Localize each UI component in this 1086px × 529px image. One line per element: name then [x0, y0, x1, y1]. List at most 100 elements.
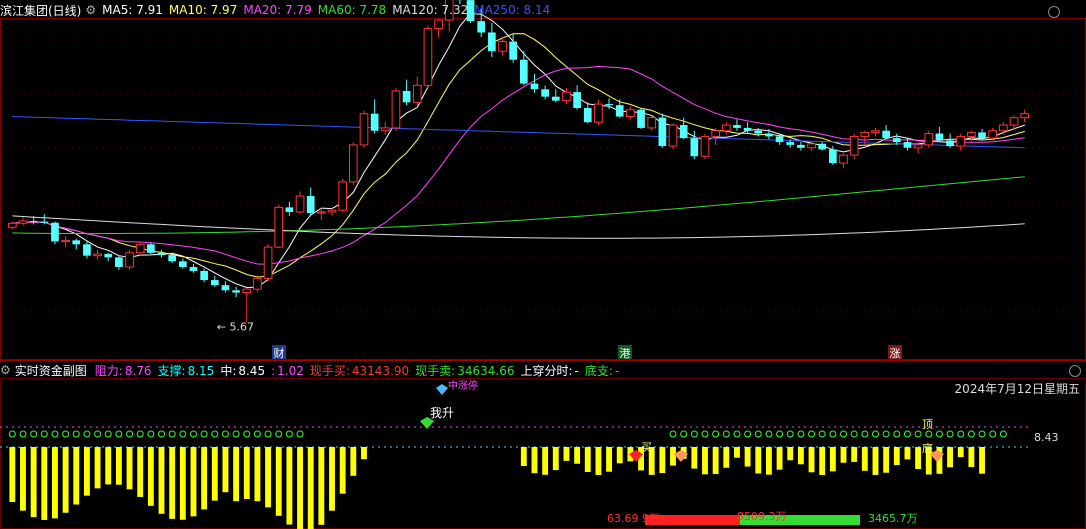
- candle: [530, 73, 539, 93]
- candle: [882, 125, 890, 140]
- ma-legend-item-5: MA250: 8.14: [474, 3, 551, 17]
- signal-dot: [690, 430, 698, 438]
- sub-volume-bar: [361, 447, 367, 460]
- candle: [306, 187, 315, 216]
- candle-body: [637, 109, 645, 128]
- chart-canvas[interactable]: 10.55← 5.67财港涨8.432024年7月12日星期五中涨停我升买顶底6…: [0, 0, 1086, 529]
- candle: [157, 249, 166, 258]
- sub-volume-bar: [606, 447, 613, 472]
- date-label: 2024年7月12日星期五: [955, 382, 1080, 396]
- sub-volume-bar: [744, 447, 751, 467]
- sub-volume-bar: [915, 447, 922, 470]
- candle: [18, 217, 28, 226]
- sub-volume-bar: [211, 447, 218, 501]
- main-chart-title[interactable]: 滨江集团(日线): [0, 2, 81, 19]
- sub-volume-bar: [115, 447, 122, 485]
- sub-volume-bar: [254, 447, 261, 502]
- candle: [115, 255, 123, 270]
- candle-body: [423, 28, 433, 86]
- sub-volume-bar: [20, 447, 26, 511]
- ma-legend-item-0: MA5: 7.91: [102, 3, 163, 17]
- signal-dot: [978, 430, 986, 438]
- candle: [380, 122, 390, 135]
- event-tag-tag_gang: 港: [620, 347, 631, 360]
- candle: [147, 242, 155, 254]
- candle-body: [733, 125, 741, 128]
- signal-dot: [669, 430, 677, 438]
- ma-legend-item-2: MA20: 7.79: [243, 3, 312, 17]
- sub-volume-bar: [563, 447, 570, 461]
- signal-dot: [211, 430, 219, 438]
- candle-body: [892, 138, 901, 143]
- sub-volume-bar: [339, 447, 346, 494]
- candle: [849, 133, 859, 160]
- signal-dot: [999, 430, 1007, 438]
- candle: [668, 123, 678, 150]
- candle-body: [605, 104, 613, 106]
- sub-legend-value-5: 34634.66: [457, 363, 515, 378]
- candle-body: [1020, 113, 1030, 119]
- signal-dot: [8, 430, 16, 438]
- sub-legend-label-5: 现手卖:: [415, 363, 456, 378]
- sub-indicator-legend: 阻力: 8.76 支撑: 8.15 中: 8.45:1.02 现手买: 43143.90 现手卖…: [95, 362, 625, 379]
- candle-body: [562, 91, 571, 102]
- candle-body: [956, 135, 966, 147]
- sub-chart-title[interactable]: 实时资金副图: [15, 362, 87, 379]
- sub-volume-bar: [765, 447, 772, 475]
- sub-volume-bar: [595, 447, 602, 475]
- candle: [348, 142, 358, 185]
- candle-body: [93, 253, 102, 257]
- candle-body: [711, 130, 720, 137]
- event-tag-tag_cai: 财: [274, 346, 285, 360]
- candle: [946, 133, 954, 148]
- signal-ding-label: 顶: [922, 418, 933, 431]
- stock-chart-window: 10.55← 5.67财港涨8.432024年7月12日星期五中涨停我升买顶底6…: [0, 0, 1086, 529]
- signal-dot: [104, 430, 112, 438]
- sub-volume-bar: [808, 447, 815, 473]
- signal-dot: [946, 430, 954, 438]
- window-restore-icon-sub[interactable]: [1069, 365, 1081, 377]
- signal-dot: [818, 430, 826, 438]
- candle: [967, 130, 976, 143]
- candle-body: [402, 90, 411, 103]
- gear-icon[interactable]: ⚙: [85, 3, 96, 17]
- sub-volume-bar: [30, 447, 37, 518]
- candle: [72, 238, 81, 250]
- signal-shengqi-label: 我升: [430, 406, 454, 420]
- candle-body: [51, 222, 59, 242]
- candle-body: [434, 19, 443, 30]
- candle-body: [721, 124, 731, 132]
- candle: [871, 127, 880, 137]
- signal-dot: [754, 430, 762, 438]
- signal-dot: [275, 430, 283, 438]
- bottom-flow-right: 3465.7万: [868, 512, 918, 525]
- window-restore-icon[interactable]: [1048, 6, 1060, 18]
- sub-volume-bar: [776, 447, 783, 470]
- candle: [391, 88, 401, 131]
- candle-body: [967, 131, 976, 137]
- sub-volume-bar: [787, 447, 794, 461]
- candle-body: [274, 206, 284, 248]
- signal-dot: [189, 430, 197, 438]
- gear-icon[interactable]: ⚙: [0, 363, 11, 377]
- candle: [924, 130, 934, 148]
- ma10-line: [12, 33, 1025, 278]
- signal-dot: [765, 430, 773, 438]
- candle: [721, 122, 731, 135]
- signal-dot: [62, 430, 70, 438]
- sub-legend-label-6: 上穿分时:: [520, 363, 573, 378]
- signal-dot: [744, 430, 752, 438]
- candle-body: [61, 239, 70, 242]
- candle: [125, 249, 134, 270]
- sub-volume-bar: [520, 447, 527, 467]
- candle-body: [903, 142, 912, 148]
- candle: [956, 133, 966, 151]
- signal-dot: [51, 430, 59, 438]
- signal-dot: [786, 430, 794, 438]
- sub-volume-bar: [723, 447, 730, 468]
- candle-body: [348, 144, 358, 183]
- candle: [807, 142, 816, 151]
- candle: [274, 204, 284, 249]
- candle-body: [807, 143, 816, 149]
- candle-body: [551, 96, 560, 101]
